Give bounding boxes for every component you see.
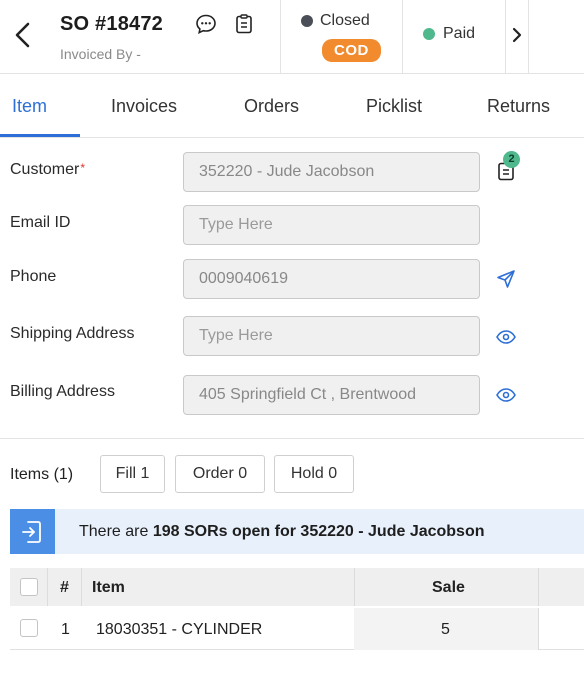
email-label: Email ID — [10, 214, 71, 231]
order-filter-button[interactable]: Order 0 — [175, 455, 265, 493]
customer-field[interactable] — [183, 152, 480, 192]
banner-text: There are 198 SORs open for 352220 - Jud… — [79, 523, 485, 540]
send-icon[interactable] — [495, 268, 517, 290]
active-tab-indicator — [0, 134, 80, 137]
import-icon — [10, 509, 55, 554]
payment-type-badge: COD — [322, 39, 381, 62]
invoiced-by-text: Invoiced By - — [60, 46, 141, 62]
tab-orders[interactable]: Orders — [244, 96, 299, 117]
clipboard-icon[interactable] — [233, 13, 255, 35]
billing-address-field[interactable] — [183, 375, 480, 415]
eye-icon[interactable] — [495, 384, 517, 406]
chevron-right-icon[interactable] — [507, 22, 527, 48]
billing-address-label: Billing Address — [10, 383, 115, 400]
order-status: Closed COD — [281, 0, 402, 74]
tab-invoices[interactable]: Invoices — [111, 96, 177, 117]
customer-count-badge: 2 — [503, 151, 520, 168]
payment-status: Paid — [402, 0, 506, 74]
eye-icon[interactable] — [495, 326, 517, 348]
row-checkbox[interactable] — [20, 619, 38, 637]
shipping-address-label: Shipping Address — [10, 325, 135, 342]
phone-field[interactable] — [183, 259, 480, 299]
phone-label: Phone — [10, 268, 57, 285]
order-header: SO #18472 Invoiced By - Closed COD Paid — [0, 0, 584, 74]
chat-icon[interactable] — [195, 13, 217, 35]
tab-item[interactable]: Item — [12, 96, 47, 117]
table-row[interactable]: 1 18030351 - CYLINDER 5 — [10, 608, 584, 650]
shipping-address-field[interactable] — [183, 316, 480, 356]
back-chevron-icon[interactable] — [12, 20, 34, 50]
title-actions — [195, 13, 255, 35]
column-header-item: Item — [92, 579, 125, 596]
tab-returns[interactable]: Returns — [487, 96, 550, 117]
header-divider — [528, 0, 529, 74]
status-label: Closed — [320, 12, 370, 29]
tab-picklist[interactable]: Picklist — [366, 96, 422, 117]
order-title: SO #18472 — [60, 13, 163, 35]
column-header-number: # — [60, 579, 69, 596]
required-mark: * — [80, 161, 86, 175]
row-item-name: 18030351 - CYLINDER — [96, 621, 263, 638]
column-header-sale: Sale — [432, 579, 465, 596]
open-sors-banner[interactable]: There are 198 SORs open for 352220 - Jud… — [10, 509, 584, 554]
payment-status-label: Paid — [443, 25, 476, 42]
hold-filter-button[interactable]: Hold 0 — [274, 455, 354, 493]
select-all-checkbox[interactable] — [20, 578, 38, 596]
row-sale-qty: 5 — [441, 621, 450, 638]
items-table-header: # Item Sale — [10, 568, 584, 606]
status-dot-icon — [301, 15, 313, 27]
sor-count: 198 — [152, 523, 180, 540]
section-divider — [0, 438, 584, 439]
email-field[interactable] — [183, 205, 480, 245]
row-number: 1 — [61, 621, 70, 638]
customer-label: Customer* — [10, 161, 86, 178]
tab-bar: Item Invoices Orders Picklist Returns — [0, 75, 584, 138]
items-count-label: Items (1) — [10, 466, 74, 483]
fill-filter-button[interactable]: Fill 1 — [100, 455, 165, 493]
header-divider — [505, 0, 506, 74]
paid-dot-icon — [423, 28, 435, 40]
